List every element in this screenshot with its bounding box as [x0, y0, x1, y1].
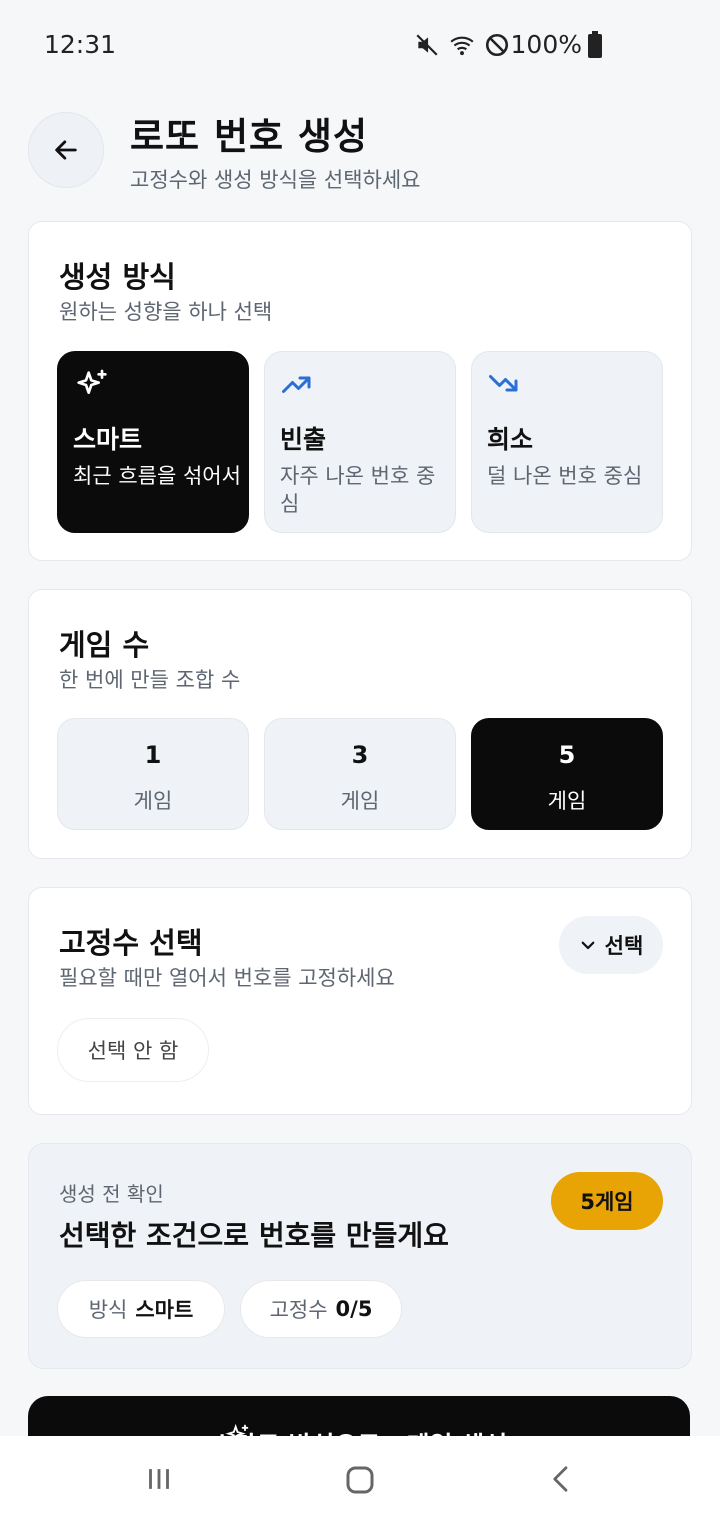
fixed-card: 고정수 선택 필요할 때만 열어서 번호를 고정하세요 선택 선택 안 함: [28, 887, 692, 1115]
fixed-summary-key: 고정수: [269, 1298, 328, 1322]
game-unit: 게임: [133, 789, 173, 813]
method-option-name: 스마트: [73, 425, 143, 454]
recents-icon[interactable]: [142, 1462, 176, 1496]
game-count: 3: [351, 741, 369, 769]
system-nav-bar: [0, 1436, 720, 1520]
trending-up-icon: [282, 376, 311, 393]
games-subtitle: 한 번에 만들 조합 수: [59, 668, 241, 692]
method-summary-key: 방식: [88, 1298, 128, 1322]
games-badge: 5게임: [551, 1172, 663, 1230]
game-count: 5: [558, 741, 576, 769]
method-card: 생성 방식 원하는 성향을 하나 선택 스마트 최근 흐름을 섞어서 빈출 자주…: [28, 221, 692, 561]
fixed-summary-value: 0/5: [335, 1297, 373, 1321]
method-subtitle: 원하는 성향을 하나 선택: [59, 300, 273, 324]
confirm-headline: 선택한 조건으로 번호를 만들게요: [59, 1219, 449, 1252]
games-card: 게임 수 한 번에 만들 조합 수 1 게임 3 게임 5 게임: [28, 589, 692, 859]
mute-icon: [416, 34, 438, 56]
fixed-select-label: 선택: [604, 934, 644, 958]
fixed-select-button[interactable]: 선택: [559, 916, 663, 974]
page-subtitle: 고정수와 생성 방식을 선택하세요: [130, 168, 421, 192]
sparkle-icon: [77, 369, 107, 394]
game-unit: 게임: [547, 789, 587, 813]
status-bar: 12:31 100%: [0, 0, 720, 90]
status-time: 12:31: [44, 30, 117, 59]
method-option-rare[interactable]: 희소 덜 나온 번호 중심: [471, 351, 663, 533]
home-icon[interactable]: [342, 1462, 378, 1498]
fixed-none-chip[interactable]: 선택 안 함: [57, 1018, 209, 1082]
back-button[interactable]: [28, 112, 104, 188]
confirm-card: 생성 전 확인 선택한 조건으로 번호를 만들게요 5게임 방식 스마트 고정수…: [28, 1143, 692, 1369]
wifi-icon: [450, 36, 474, 56]
method-option-smart[interactable]: 스마트 최근 흐름을 섞어서: [57, 351, 249, 533]
trending-down-icon: [489, 375, 518, 392]
method-option-desc: 최근 흐름을 섞어서: [73, 464, 241, 488]
battery-percent: 100%: [510, 30, 582, 59]
game-option-1[interactable]: 1 게임: [57, 718, 249, 830]
arrow-left-icon: [55, 140, 77, 160]
method-option-frequent[interactable]: 빈출 자주 나온 번호 중심: [264, 351, 456, 533]
game-option-5[interactable]: 5 게임: [471, 718, 663, 830]
status-icons: [414, 32, 510, 58]
game-unit: 게임: [340, 789, 380, 813]
confirm-label: 생성 전 확인: [59, 1182, 164, 1206]
method-option-desc: 자주 나온 번호 중심: [280, 464, 436, 516]
fixed-summary-pill: 고정수 0/5: [240, 1280, 402, 1338]
game-option-3[interactable]: 3 게임: [264, 718, 456, 830]
game-count: 1: [144, 741, 162, 769]
fixed-subtitle: 필요할 때만 열어서 번호를 고정하세요: [59, 966, 395, 990]
battery-icon: [588, 31, 602, 58]
method-option-desc: 덜 나온 번호 중심: [487, 464, 643, 488]
method-option-name: 빈출: [280, 425, 327, 454]
method-option-name: 희소: [487, 425, 534, 454]
games-title: 게임 수: [59, 628, 150, 662]
fixed-title: 고정수 선택: [59, 926, 203, 960]
method-summary-pill: 방식 스마트: [57, 1280, 225, 1338]
method-title: 생성 방식: [59, 260, 176, 294]
block-icon: [485, 33, 509, 57]
back-nav-icon[interactable]: [546, 1462, 576, 1496]
method-summary-value: 스마트: [135, 1298, 194, 1322]
page-title: 로또 번호 생성: [130, 115, 369, 158]
chevron-down-icon: [581, 941, 595, 950]
